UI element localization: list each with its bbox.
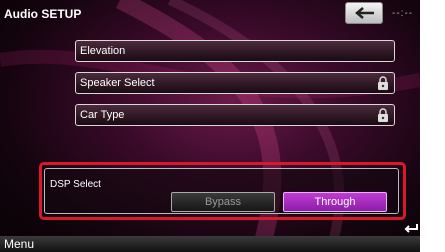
menu-button[interactable]: Menu xyxy=(4,237,34,251)
clock: --:-- xyxy=(392,8,414,19)
car-type-button[interactable]: Car Type xyxy=(75,104,395,126)
bypass-button[interactable]: Bypass xyxy=(171,192,275,212)
through-button[interactable]: Through xyxy=(283,192,387,212)
lock-icon xyxy=(378,108,388,122)
speaker-select-label: Speaker Select xyxy=(80,77,155,89)
audio-setup-screen: Audio SETUP --:-- Elevation Speaker Sele… xyxy=(0,0,420,252)
dsp-select-label: DSP Select xyxy=(50,179,101,190)
menu-bar xyxy=(0,236,420,252)
page-title: Audio SETUP xyxy=(4,7,82,21)
elevation-button[interactable]: Elevation xyxy=(75,40,395,62)
lock-icon xyxy=(378,76,388,90)
car-type-label: Car Type xyxy=(80,109,125,121)
speaker-select-button[interactable]: Speaker Select xyxy=(75,72,395,94)
elevation-label: Elevation xyxy=(80,45,126,57)
back-arrow-icon xyxy=(355,7,374,19)
back-button[interactable] xyxy=(345,2,383,24)
